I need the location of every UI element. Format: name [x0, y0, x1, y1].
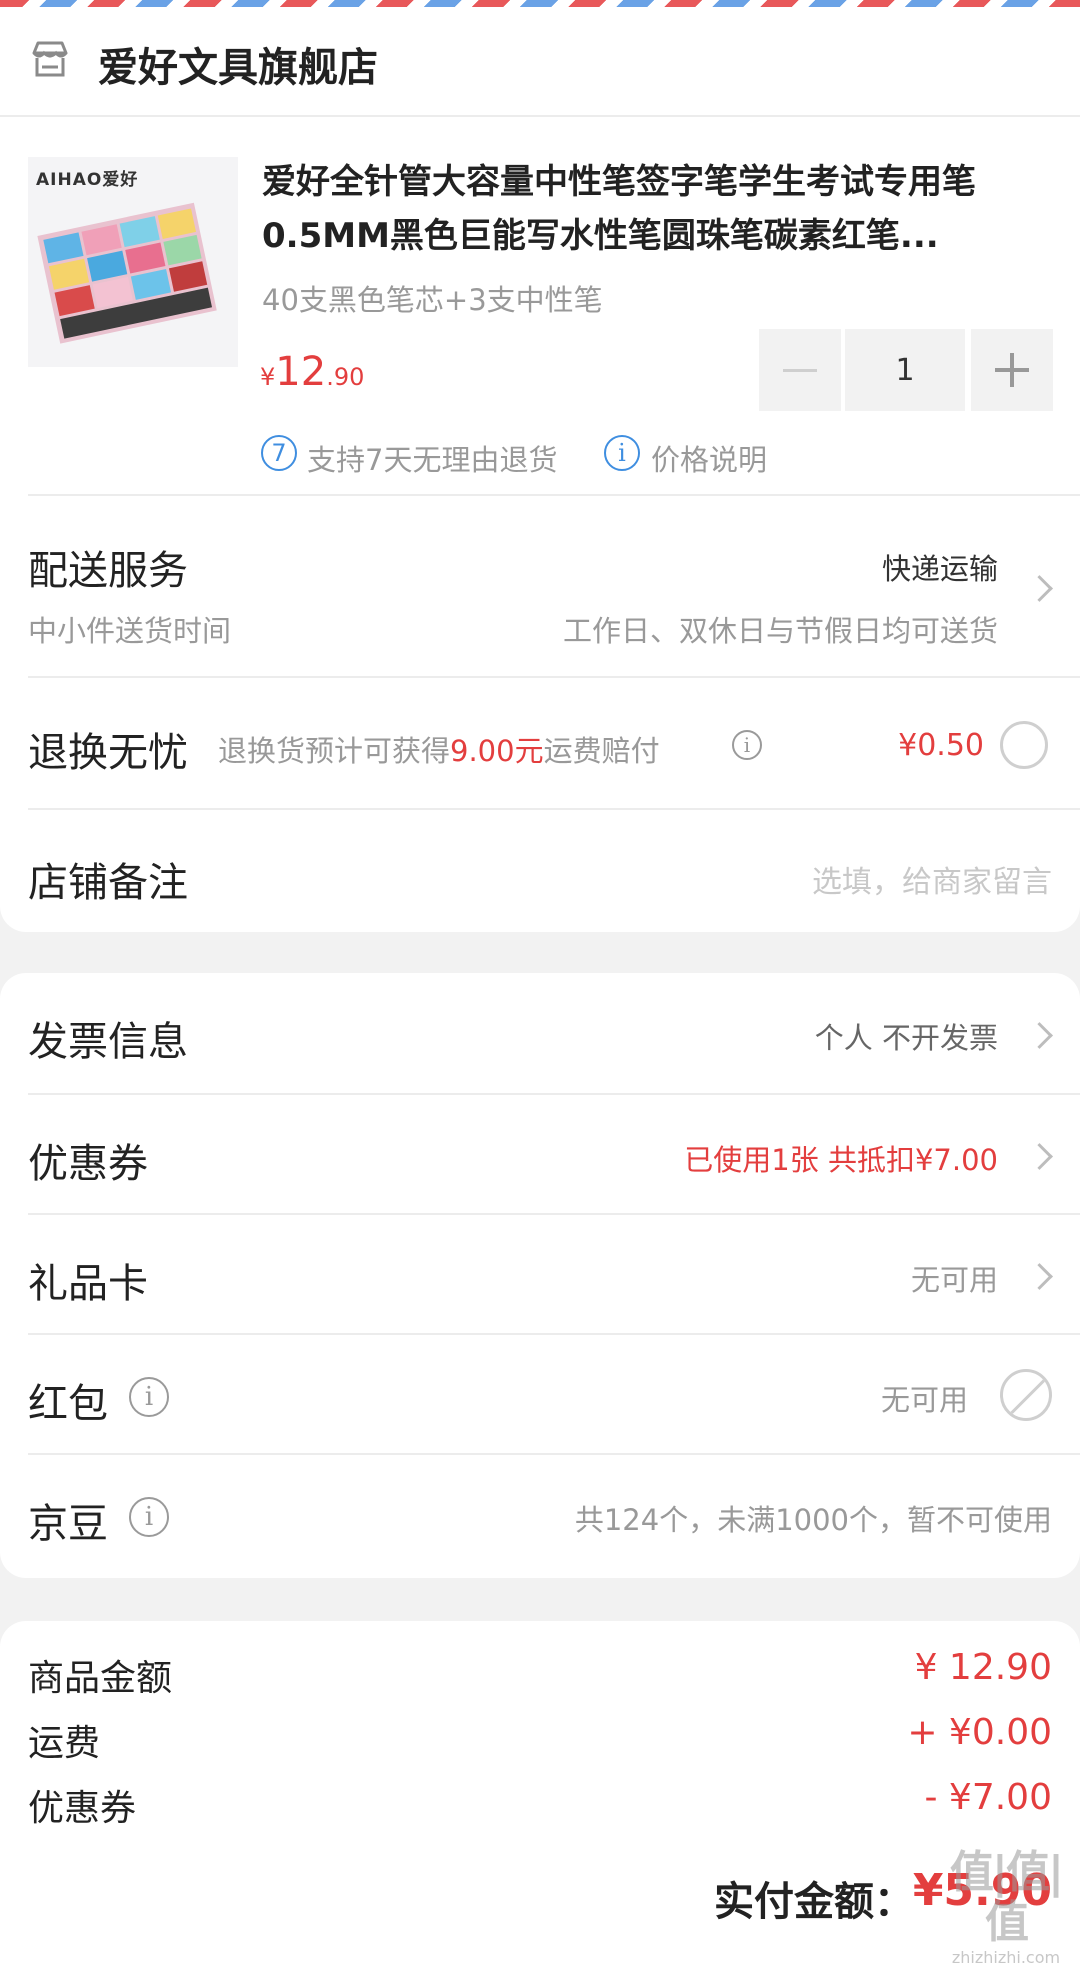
coupon-discount-label: 优惠券	[28, 1788, 137, 1829]
order-card: 爱好文具旗舰店 AIHAO爱好 爱好全针管大容量中性笔签字笔学生考试专用笔0.5…	[0, 7, 1080, 932]
minus-icon	[783, 368, 817, 372]
product-image[interactable]: AIHAO爱好	[28, 157, 238, 367]
product-spec: 40支黑色笔芯+3支中性笔	[262, 283, 603, 317]
product-price: ¥12.90	[260, 349, 364, 395]
red-packet-row: 红包 i 无可用	[0, 1335, 1080, 1453]
gift-card-value: 无可用	[910, 1263, 998, 1297]
goods-amount-label: 商品金额	[28, 1658, 173, 1699]
price-integer: 12	[275, 349, 327, 395]
invoice-value: 个人 不开发票	[814, 1021, 998, 1055]
seven-day-return-icon: 7	[261, 435, 297, 471]
unavailable-icon	[1000, 1369, 1052, 1421]
price-symbol: ¥	[260, 363, 276, 391]
red-packet-label: 红包	[28, 1381, 108, 1427]
return-insurance-desc: 退换货预计可获得9.00元运费赔付	[218, 728, 660, 770]
price-decimal: .90	[326, 363, 365, 391]
info-icon[interactable]: i	[129, 1377, 169, 1417]
divider	[0, 115, 1080, 117]
desc-amount: 9.00元	[450, 734, 544, 768]
chevron-right-icon	[1026, 1143, 1053, 1170]
price-summary-card: 商品金额 ¥ 12.90 运费 + ¥0.00 优惠券 - ¥7.00 实付金额…	[0, 1621, 1080, 1981]
coupon-value: 已使用1张 共抵扣¥7.00	[684, 1143, 998, 1177]
delivery-time-label: 中小件送货时间	[28, 614, 232, 648]
watermark-logo: 值|值|值 zhizhizhi.com	[932, 1848, 1080, 1968]
chevron-right-icon	[1026, 1263, 1053, 1290]
store-note-label: 店铺备注	[28, 860, 188, 906]
desc-prefix: 退换货预计可获得	[218, 734, 451, 768]
jd-beans-row: 京豆 i 共124个，未满1000个，暂不可使用	[0, 1455, 1080, 1573]
total-pay-label: 实付金额：	[714, 1879, 914, 1925]
return-policy-text: 支持7天无理由退货	[307, 443, 558, 477]
shipping-label: 运费	[28, 1723, 101, 1764]
watermark-mark: 值|值|值	[949, 1847, 1064, 1948]
pen-boxes-illustration	[37, 202, 217, 344]
price-info-icon[interactable]: i	[604, 435, 640, 471]
info-icon[interactable]: i	[732, 730, 762, 760]
delivery-method: 快递运输	[881, 552, 998, 586]
jd-beans-label: 京豆	[28, 1501, 108, 1547]
coupon-discount-value: - ¥7.00	[924, 1777, 1053, 1818]
goods-amount-value: ¥ 12.90	[914, 1647, 1052, 1688]
quantity-input[interactable]: 1	[845, 329, 965, 411]
chevron-right-icon	[1026, 1022, 1053, 1049]
plus-icon	[995, 353, 1029, 387]
increase-quantity-button[interactable]	[971, 329, 1053, 411]
jd-beans-value: 共124个，未满1000个，暂不可使用	[574, 1503, 1052, 1537]
chevron-right-icon	[1026, 575, 1053, 602]
return-insurance-price: ¥0.50	[898, 728, 984, 763]
shipping-value: + ¥0.00	[907, 1712, 1052, 1753]
divider	[28, 808, 1080, 810]
desc-suffix: 运费赔付	[543, 734, 660, 768]
store-icon	[32, 41, 68, 77]
watermark-site: zhizhizhi.com	[951, 1948, 1061, 1967]
invoice-row[interactable]: 发票信息 个人 不开发票	[0, 973, 1080, 1093]
invoice-label: 发票信息	[28, 1019, 188, 1065]
info-icon[interactable]: i	[129, 1497, 169, 1537]
gift-card-row[interactable]: 礼品卡 无可用	[0, 1215, 1080, 1333]
store-name[interactable]: 爱好文具旗舰店	[98, 35, 378, 93]
return-insurance-label: 退换无忧	[28, 730, 188, 776]
gift-card-label: 礼品卡	[28, 1261, 148, 1307]
coupon-row[interactable]: 优惠券 已使用1张 共抵扣¥7.00	[0, 1095, 1080, 1213]
return-insurance-row: 退换无忧 退换货预计可获得9.00元运费赔付 i ¥0.50	[0, 678, 1080, 808]
airmail-stripe	[0, 0, 1080, 7]
payment-options-card: 发票信息 个人 不开发票 优惠券 已使用1张 共抵扣¥7.00 礼品卡 无可用 …	[0, 973, 1080, 1578]
delivery-label: 配送服务	[28, 548, 188, 594]
product-title[interactable]: 爱好全针管大容量中性笔签字笔学生考试专用笔0.5MM黑色巨能写水性笔圆珠笔碳素红…	[262, 155, 1037, 263]
coupon-label: 优惠券	[28, 1141, 148, 1187]
price-note-link[interactable]: 价格说明	[651, 437, 767, 479]
store-note-input[interactable]: 选填，给商家留言	[812, 857, 1052, 901]
delivery-time-value: 工作日、双休日与节假日均可送货	[562, 614, 998, 648]
delivery-row[interactable]: 配送服务 快递运输 中小件送货时间 工作日、双休日与节假日均可送货	[0, 496, 1080, 676]
return-insurance-radio[interactable]	[1000, 721, 1048, 769]
red-packet-value: 无可用	[880, 1383, 968, 1417]
decrease-quantity-button[interactable]	[759, 329, 841, 411]
